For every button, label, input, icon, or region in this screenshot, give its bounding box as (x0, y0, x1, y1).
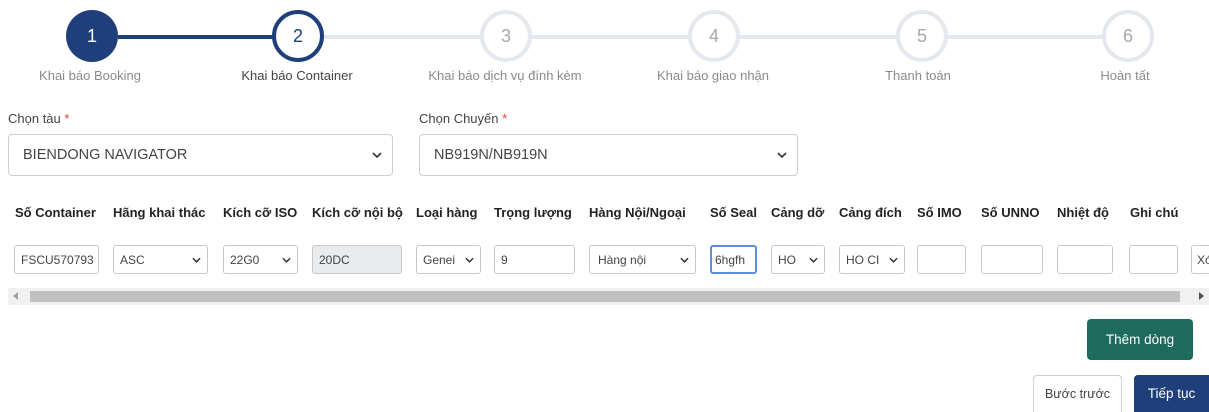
iso-size-select[interactable]: 22G0 (223, 245, 298, 274)
step-connector-4-5 (738, 35, 898, 39)
col-header-port-discharge: Cảng dỡ (771, 205, 825, 220)
col-header-seal-no: Số Seal (710, 205, 757, 220)
weight-input[interactable]: 9 (494, 245, 575, 274)
step-connector-1-2 (118, 35, 274, 39)
chevron-down-icon (465, 255, 474, 264)
chevron-down-icon (282, 257, 291, 263)
scroll-right-arrow-icon[interactable] (1199, 292, 1204, 300)
table-horizontal-scrollbar[interactable] (8, 288, 1209, 305)
vessel-select[interactable]: BIENDONG NAVIGATOR (8, 134, 393, 176)
internal-size-input: 20DC (312, 245, 402, 274)
add-row-label: Thêm dòng (1105, 332, 1175, 347)
voyage-select-value: NB919N/NB919N (434, 147, 548, 163)
step-6-number: 6 (1122, 25, 1133, 46)
scroll-left-arrow-icon[interactable] (13, 292, 18, 300)
step-3-number: 3 (500, 25, 511, 46)
step-connector-2-3 (322, 35, 482, 39)
back-label: Bước trước (1044, 387, 1111, 401)
voyage-required-mark: * (502, 111, 508, 126)
voyage-label: Chọn Chuyến * (419, 111, 507, 126)
domestic-foreign-select[interactable]: Hàng nội (589, 245, 696, 274)
chevron-down-icon (372, 152, 382, 159)
port-destination-value: HO CI (846, 252, 880, 267)
step-6-circle[interactable]: 6 (1102, 10, 1154, 62)
col-header-temperature: Nhiệt độ (1057, 205, 1109, 220)
step-1-number: 1 (86, 25, 97, 46)
delete-row-button[interactable]: Xó (1191, 245, 1209, 274)
col-header-unno: Số UNNO (981, 205, 1040, 220)
scroll-thumb[interactable] (30, 291, 1180, 302)
step-5-label: Thanh toán (885, 68, 951, 83)
col-header-weight: Trọng lượng (494, 205, 572, 220)
col-header-operator: Hãng khai thác (113, 205, 206, 220)
step-4-circle[interactable]: 4 (688, 10, 740, 62)
chevron-down-icon (192, 257, 201, 263)
step-connector-3-4 (530, 35, 690, 39)
step-5-number: 5 (916, 25, 927, 46)
step-3-circle[interactable]: 3 (480, 10, 532, 62)
step-3-label: Khai báo dịch vụ đính kèm (428, 68, 582, 83)
next-label: Tiếp tục (1147, 386, 1196, 401)
col-header-domestic-foreign: Hàng Nội/Ngoại (589, 205, 686, 220)
domestic-foreign-value: Hàng nội (598, 252, 647, 267)
port-destination-select[interactable]: HO CI (839, 245, 905, 274)
note-input[interactable] (1129, 245, 1178, 274)
operator-select[interactable]: ASC (113, 245, 208, 274)
step-5-circle[interactable]: 5 (896, 10, 948, 62)
port-discharge-value: HO (778, 252, 796, 267)
vessel-select-value: BIENDONG NAVIGATOR (23, 147, 188, 163)
voyage-select[interactable]: NB919N/NB919N (419, 134, 798, 176)
temperature-input[interactable] (1057, 245, 1113, 274)
seal-no-input[interactable]: 6hgfh (710, 245, 757, 274)
col-header-container-no: Số Container (15, 205, 96, 220)
col-header-iso-size: Kích cỡ ISO (223, 205, 298, 220)
step-4-label: Khai báo giao nhận (656, 68, 770, 83)
step-2-circle[interactable]: 2 (272, 10, 324, 62)
imo-input[interactable] (917, 245, 966, 274)
col-header-cargo-type: Loại hàng (416, 205, 478, 220)
step-connector-5-6 (946, 35, 1102, 39)
step-1-label: Khai báo Booking (39, 68, 141, 83)
operator-value: ASC (120, 252, 145, 267)
vessel-required-mark: * (64, 111, 70, 126)
col-header-port-destination: Cảng đích (839, 205, 902, 220)
port-discharge-select[interactable]: HO (771, 245, 825, 274)
vessel-label-text: Chọn tàu (8, 111, 61, 126)
cargo-type-value: Genei (423, 252, 456, 267)
col-header-internal-size: Kích cỡ nội bộ (312, 205, 403, 220)
iso-size-value: 22G0 (230, 252, 260, 267)
voyage-label-text: Chọn Chuyến (419, 111, 499, 126)
add-row-button[interactable]: Thêm dòng (1087, 319, 1193, 360)
chevron-down-icon (777, 152, 787, 159)
container-no-input[interactable]: FSCU570793 (14, 245, 99, 274)
next-button[interactable]: Tiếp tục (1134, 375, 1209, 412)
step-2-number: 2 (292, 25, 303, 46)
progress-stepper: 1 2 3 4 5 6 Khai báo Booking Khai báo Co… (0, 0, 1209, 95)
step-2-label: Khai báo Container (241, 68, 353, 83)
col-header-note: Ghi chú (1130, 205, 1179, 220)
delete-row-label: Xó (1197, 252, 1209, 267)
weight-value: 9 (501, 252, 508, 267)
chevron-down-icon (889, 257, 898, 263)
step-1-circle[interactable]: 1 (66, 10, 118, 62)
seal-no-value: 6hgfh (715, 252, 746, 267)
unno-input[interactable] (981, 245, 1043, 274)
back-button[interactable]: Bước trước (1033, 375, 1122, 412)
internal-size-value: 20DC (319, 252, 350, 267)
step-4-number: 4 (708, 25, 719, 46)
chevron-down-icon (809, 257, 818, 263)
chevron-down-icon (680, 257, 689, 263)
container-no-value: FSCU570793 (21, 252, 94, 267)
col-header-imo: Số IMO (917, 205, 962, 220)
step-6-label: Hoàn tất (1100, 68, 1150, 83)
vessel-label: Chọn tàu * (8, 111, 69, 126)
cargo-type-select[interactable]: Genei (416, 245, 481, 274)
